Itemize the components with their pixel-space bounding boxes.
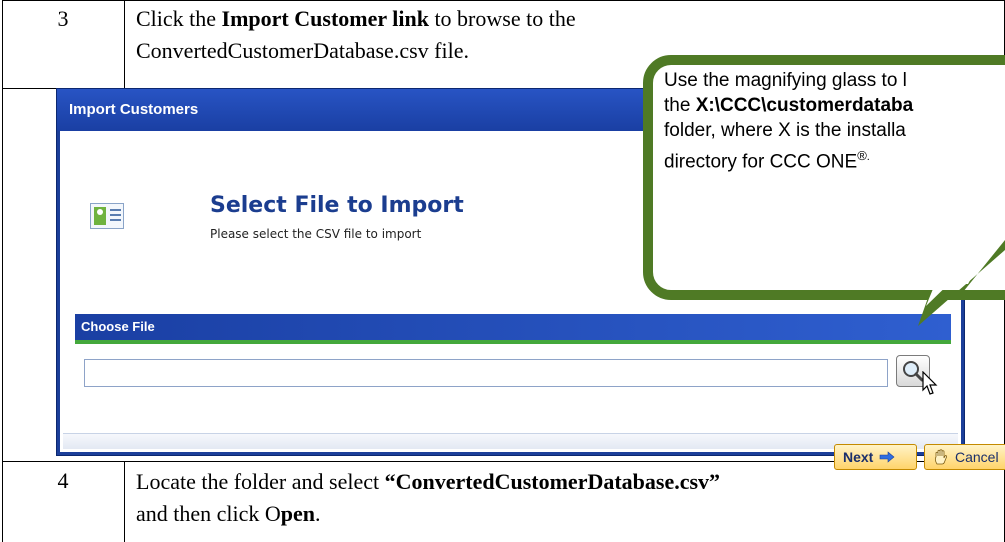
callout-path: X:\CCC\customerdataba <box>695 95 914 116</box>
callout-text: Use the magnifying glass to l the X:\CCC… <box>664 68 1005 174</box>
callout-line-4: directory for CCC ONE <box>664 151 858 173</box>
callout-line-3: folder, where X is the installa <box>664 120 906 141</box>
callout-line-1: Use the magnifying glass to l <box>664 70 907 91</box>
registered-mark: ® <box>857 148 867 163</box>
callout-line-2-prefix: the <box>664 95 696 116</box>
callout-period: . <box>866 151 870 163</box>
